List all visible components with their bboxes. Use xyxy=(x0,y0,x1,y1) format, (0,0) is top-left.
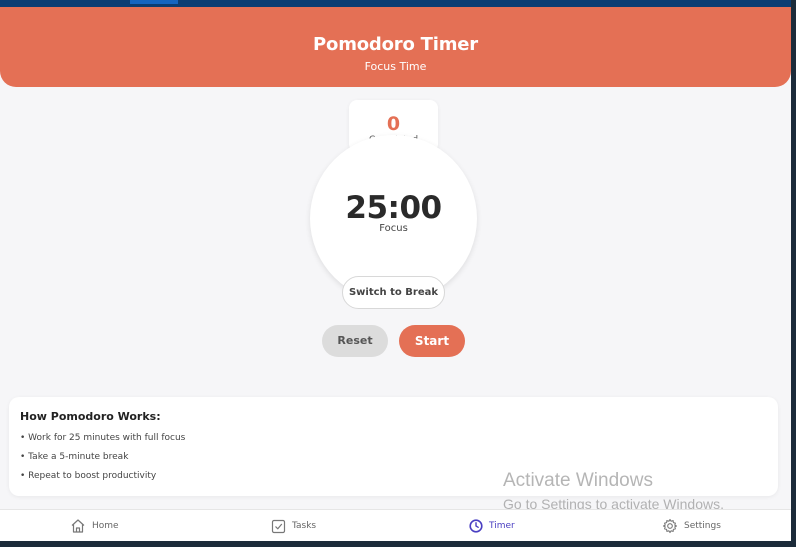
page-title: Pomodoro Timer xyxy=(313,34,478,55)
timer-mode-label: Focus xyxy=(379,223,408,234)
info-item: • Work for 25 minutes with full focus xyxy=(20,433,186,443)
home-icon xyxy=(70,518,86,534)
info-title: How Pomodoro Works: xyxy=(20,410,161,423)
activation-watermark-title: Activate Windows xyxy=(503,470,653,491)
browser-top-bar xyxy=(0,0,791,7)
how-it-works-card: How Pomodoro Works: • Work for 25 minute… xyxy=(9,397,778,496)
checkbox-icon xyxy=(271,519,286,534)
page-subtitle: Focus Time xyxy=(364,60,427,73)
sessions-count: 0 xyxy=(386,113,401,135)
timer-icon xyxy=(469,519,483,533)
nav-label-home: Home xyxy=(92,521,119,531)
bottom-nav: Home Tasks Timer Settings xyxy=(0,509,791,541)
nav-item-settings[interactable]: Settings xyxy=(662,510,721,541)
nav-label-timer: Timer xyxy=(489,521,515,531)
start-button[interactable]: Start xyxy=(399,325,465,357)
reset-button[interactable]: Reset xyxy=(322,325,388,357)
nav-item-home[interactable]: Home xyxy=(70,510,119,541)
browser-tab-indicator[interactable] xyxy=(130,0,178,4)
info-item: • Repeat to boost productivity xyxy=(20,471,157,481)
nav-item-timer[interactable]: Timer xyxy=(469,510,515,541)
info-item: • Take a 5-minute break xyxy=(20,452,129,462)
app-window: Pomodoro Timer Focus Time 0 Completed Se… xyxy=(0,0,791,541)
gear-icon xyxy=(662,518,678,534)
timer-display: 25:00 xyxy=(345,190,442,226)
nav-item-tasks[interactable]: Tasks xyxy=(271,510,316,541)
app-header: Pomodoro Timer Focus Time xyxy=(0,7,791,87)
switch-mode-button[interactable]: Switch to Break xyxy=(342,276,445,309)
nav-label-settings: Settings xyxy=(684,521,721,531)
nav-label-tasks: Tasks xyxy=(292,521,317,531)
